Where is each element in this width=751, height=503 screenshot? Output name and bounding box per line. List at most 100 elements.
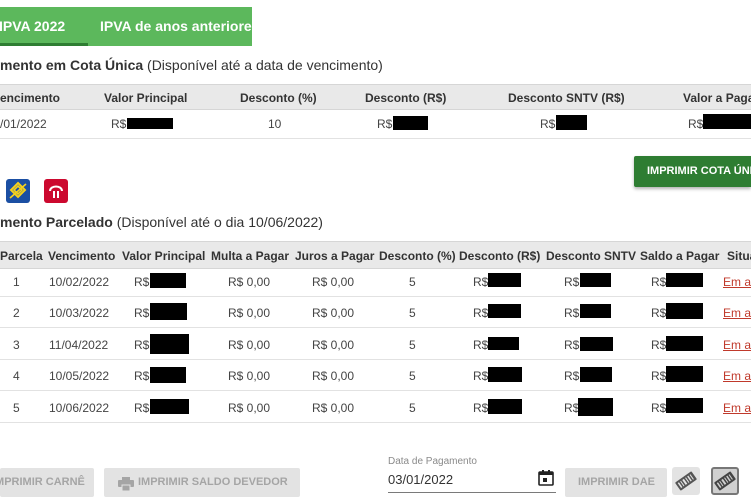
col-valor-principal: Valor Principal	[104, 91, 188, 105]
row-divider	[0, 390, 751, 391]
situacao-link[interactable]: Em a	[723, 401, 751, 415]
situacao-link[interactable]: Em a	[723, 338, 751, 352]
cota-unica-title: mento em Cota Única (Disponível até a da…	[0, 57, 383, 73]
parcelado-title: mento Parcelado (Disponível até o dia 10…	[0, 214, 323, 230]
print-carne-label: IMPRIMIR CARNÊ	[0, 476, 85, 488]
col-desconto-sntv: Desconto SNTV (R$)	[508, 91, 625, 105]
cell-sntv: R$	[564, 306, 580, 320]
print-dae-button[interactable]: IMPRIMIR DAE	[565, 468, 667, 497]
barcode-icon[interactable]	[711, 467, 739, 495]
col-desconto-rs: Desconto (R$)	[459, 249, 541, 263]
redacted-value	[393, 116, 428, 130]
cell-desconto-pct: 5	[409, 275, 416, 289]
row-divider	[0, 422, 751, 423]
cell-sntv: R$	[564, 338, 580, 352]
cell-saldo: R$	[651, 306, 667, 320]
cell-parcela: 5	[13, 401, 20, 415]
situacao-link[interactable]: Em a	[723, 306, 751, 320]
cell-valor: R$	[134, 275, 150, 289]
tab-ipva-anteriores-label: IPVA de anos anteriores	[100, 18, 260, 34]
parcelado-header: Parcela Vencimento Valor Principal Multa…	[0, 241, 751, 269]
col-saldo: Saldo a Pagar	[640, 249, 720, 263]
col-desconto-sntv: Desconto SNTV	[546, 249, 637, 263]
tab-bar: IPVA 2022 IPVA de anos anteriores	[0, 7, 260, 46]
cell-vencimento: 10/06/2022	[49, 401, 110, 415]
cell-desconto-rs: R$	[473, 275, 489, 289]
cell-sntv: R$	[564, 275, 580, 289]
col-multa: Multa a Pagar	[211, 249, 290, 263]
cell-multa: R$ 0,00	[228, 306, 271, 320]
cell-valor: R$	[134, 401, 150, 415]
print-carne-button[interactable]: IMPRIMIR CARNÊ	[0, 468, 94, 497]
cell-parcela: 4	[13, 369, 20, 383]
redacted-value	[150, 367, 186, 383]
col-valor-principal: Valor Principal	[122, 249, 206, 263]
redacted-value	[488, 399, 522, 414]
print-cota-unica-button[interactable]: IMPRIMIR COTA ÚNICA	[634, 156, 751, 187]
banco-do-brasil-icon[interactable]	[6, 179, 30, 203]
cell-juros: R$ 0,00	[312, 369, 355, 383]
cota-unica-valor: R$	[111, 117, 127, 131]
redacted-value	[488, 304, 521, 318]
redacted-value	[488, 273, 521, 287]
redacted-value	[580, 304, 611, 318]
cell-desconto-rs: R$	[473, 338, 489, 352]
cell-juros: R$ 0,00	[312, 338, 355, 352]
parcelado-title-note: (Disponível até o dia 10/06/2022)	[112, 214, 323, 230]
print-saldo-devedor-button[interactable]: IMPRIMIR SALDO DEVEDOR	[104, 468, 300, 497]
redacted-value	[666, 336, 703, 351]
calendar-icon[interactable]	[538, 470, 554, 486]
cota-unica-desconto-rs: R$	[377, 117, 393, 131]
col-situacao: Situa	[727, 249, 751, 263]
redacted-value	[150, 303, 187, 320]
tab-ipva-anteriores[interactable]: IPVA de anos anteriores	[100, 7, 260, 46]
cota-unica-header: encimento Valor Principal Desconto (%) D…	[0, 84, 751, 110]
tab-ipva-2022[interactable]: IPVA 2022	[0, 7, 88, 46]
payment-date-input[interactable]: 03/01/2022	[388, 470, 556, 493]
redacted-value	[127, 118, 173, 129]
cell-vencimento: 11/04/2022	[49, 338, 109, 352]
col-desconto-pct: Desconto (%)	[240, 91, 317, 105]
cell-vencimento: 10/03/2022	[49, 306, 110, 320]
redacted-value	[488, 337, 519, 350]
redacted-value	[150, 399, 189, 414]
cell-valor: R$	[134, 369, 150, 383]
cell-parcela: 3	[13, 338, 20, 352]
col-vencimento: encimento	[0, 91, 61, 105]
col-vencimento: Vencimento	[48, 249, 116, 263]
cell-multa: R$ 0,00	[228, 338, 271, 352]
barcode-icon[interactable]	[672, 467, 700, 495]
cell-saldo: R$	[651, 401, 667, 415]
cota-unica-valor-pagar: R$	[688, 117, 704, 131]
cell-valor: R$	[134, 338, 150, 352]
cell-desconto-rs: R$	[473, 306, 489, 320]
situacao-link[interactable]: Em a	[723, 275, 751, 289]
date-label: Data de Pagamento	[388, 456, 477, 467]
cell-saldo: R$	[651, 369, 667, 383]
cota-unica-vencimento: /01/2022	[0, 117, 47, 131]
cota-unica-title-note: (Disponível até a data de vencimento)	[143, 57, 383, 73]
cell-juros: R$ 0,00	[312, 306, 355, 320]
cell-vencimento: 10/02/2022	[49, 275, 110, 289]
cell-multa: R$ 0,00	[228, 275, 271, 289]
situacao-link[interactable]: Em a	[723, 369, 751, 383]
row-divider	[0, 359, 751, 360]
redacted-value	[666, 366, 703, 382]
cell-desconto-pct: 5	[409, 401, 416, 415]
cota-unica-desconto-pct: 10	[268, 117, 282, 131]
redacted-value	[580, 337, 613, 351]
printer-icon	[118, 474, 134, 492]
redacted-value	[666, 398, 703, 413]
parcelado-title-bold: mento Parcelado	[0, 214, 113, 230]
redacted-value	[666, 303, 703, 319]
cell-multa: R$ 0,00	[228, 401, 271, 415]
cell-sntv: R$	[564, 369, 580, 383]
tab-ipva-2022-label: IPVA 2022	[0, 18, 66, 34]
redacted-value	[578, 398, 613, 416]
col-juros: Juros a Pagar	[295, 249, 375, 263]
tab-active-indicator	[0, 43, 88, 46]
redacted-value	[556, 115, 587, 130]
bradesco-icon[interactable]	[44, 179, 68, 203]
col-valor-pagar: Valor a Pagar	[683, 91, 751, 105]
cell-saldo: R$	[651, 338, 667, 352]
